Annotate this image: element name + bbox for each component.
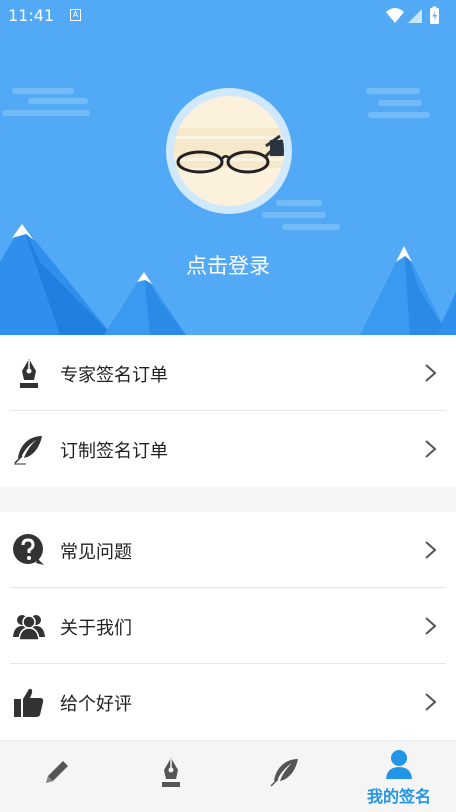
- chevron-right-icon: [425, 364, 437, 382]
- profile-header: 11:41 A 点击登录: [0, 0, 456, 335]
- avatar[interactable]: [174, 96, 284, 206]
- menu-item-faq[interactable]: 常见问题: [0, 512, 456, 588]
- login-link[interactable]: 点击登录: [0, 250, 456, 280]
- order-menu: 专家签名订单 订制签名订单: [0, 335, 456, 487]
- fountain-pen-icon: [20, 359, 38, 388]
- status-time: 11:41: [8, 6, 55, 25]
- bottom-navigation: 我的签名: [0, 740, 456, 812]
- fountain-pen-icon: [162, 758, 180, 787]
- status-icons: [386, 6, 439, 24]
- wifi-icon: [386, 8, 404, 23]
- notification-icon: A: [70, 9, 81, 21]
- chevron-right-icon: [425, 693, 437, 711]
- nav-label: 我的签名: [366, 787, 431, 806]
- chevron-right-icon: [425, 440, 437, 458]
- person-icon: [386, 750, 412, 779]
- menu-item-custom-orders[interactable]: 订制签名订单: [0, 411, 456, 487]
- people-icon: [13, 615, 45, 641]
- signal-icon: [408, 9, 422, 23]
- nav-tab-custom[interactable]: [228, 741, 342, 812]
- menu-item-expert-orders[interactable]: 专家签名订单: [0, 335, 456, 411]
- menu-label: 订制签名订单: [60, 441, 168, 462]
- menu-label: 关于我们: [60, 618, 132, 639]
- menu-label: 专家签名订单: [60, 365, 168, 386]
- pencil-icon: [46, 761, 68, 783]
- avatar-frame[interactable]: [166, 88, 292, 214]
- status-bar: 11:41 A: [0, 0, 456, 32]
- feather-icon: [270, 759, 298, 787]
- feather-icon: [14, 436, 42, 465]
- nav-tab-write[interactable]: [0, 741, 114, 812]
- chevron-right-icon: [425, 617, 437, 635]
- menu-label: 给个好评: [60, 694, 132, 715]
- question-bubble-icon: [13, 534, 44, 565]
- chevron-right-icon: [425, 541, 437, 559]
- nav-tab-expert[interactable]: [114, 741, 228, 812]
- menu-label: 常见问题: [60, 542, 132, 563]
- help-menu: 常见问题 关于我们 给个好评: [0, 512, 456, 740]
- menu-item-rate-us[interactable]: 给个好评: [0, 664, 456, 740]
- menu-item-about-us[interactable]: 关于我们: [0, 588, 456, 664]
- thumbs-up-icon: [14, 688, 44, 717]
- nav-tab-my-signature[interactable]: 我的签名: [342, 741, 456, 812]
- glasses-icon: [174, 96, 284, 206]
